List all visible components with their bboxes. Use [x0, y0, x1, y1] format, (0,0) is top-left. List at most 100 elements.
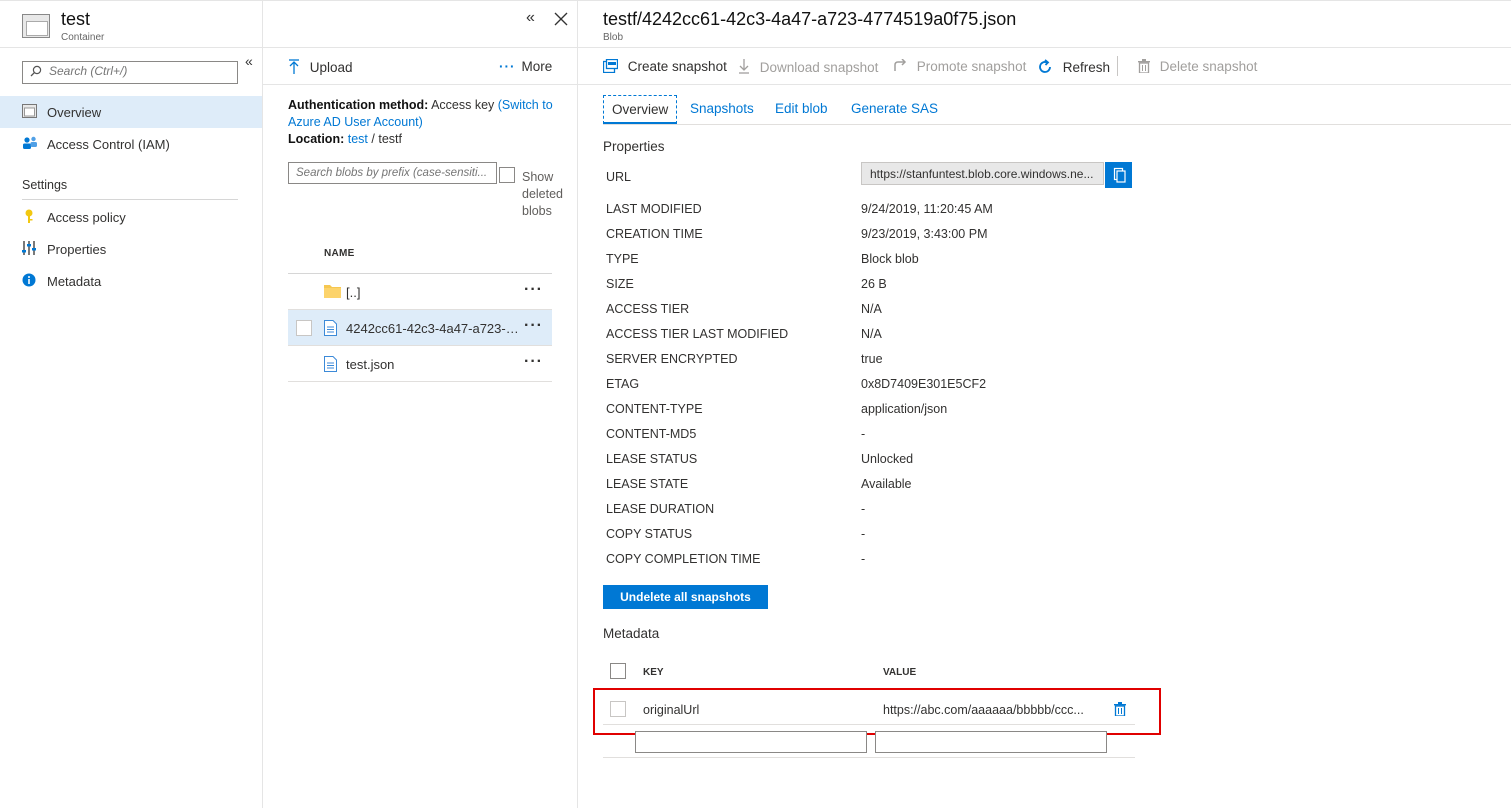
tab-overview[interactable]: Overview — [603, 95, 678, 124]
url-field[interactable]: https://stanfuntest.blob.core.windows.ne… — [861, 162, 1104, 185]
show-deleted-label: Show deleted blobs — [522, 169, 574, 220]
new-metadata-value-input[interactable] — [875, 731, 1107, 753]
column-header-name[interactable]: NAME — [324, 248, 355, 259]
highlight-box — [593, 688, 1161, 735]
tab-snapshots[interactable]: Snapshots — [682, 95, 762, 124]
nav-item-label: Metadata — [47, 274, 102, 289]
copy-url-button[interactable] — [1105, 162, 1132, 188]
property-label: COPY STATUS — [606, 527, 693, 541]
row-more-icon[interactable]: ··· — [524, 281, 543, 299]
refresh-button[interactable]: Refresh — [1037, 59, 1110, 77]
row-more-icon[interactable]: ··· — [524, 353, 543, 371]
row-more-icon[interactable]: ··· — [524, 317, 543, 335]
tab-edit-blob[interactable]: Edit blob — [767, 95, 836, 124]
property-label: TYPE — [606, 252, 639, 266]
metadata-select-all-checkbox[interactable] — [610, 663, 626, 679]
nav-item-overview[interactable]: Overview — [0, 96, 262, 128]
blob-row-selected[interactable]: 4242cc61-42c3-4a47-a723-4774519a0f75.jso… — [288, 310, 552, 346]
property-value: Block blob — [861, 252, 919, 266]
blob-list-blade: « Upload ··· More Authentication method: … — [263, 0, 578, 808]
refresh-label: Refresh — [1062, 60, 1111, 75]
show-deleted-text: Show deleted blobs — [522, 170, 564, 218]
blob-row-parent[interactable]: [..] ··· — [288, 274, 552, 310]
collapse-blade-icon[interactable]: « — [526, 9, 535, 27]
auth-method-label: Authentication method: — [288, 98, 429, 112]
promote-snapshot-label: Promote snapshot — [916, 59, 1027, 74]
nav-item-label: Access policy — [47, 210, 126, 225]
promote-icon — [892, 58, 911, 74]
nav-item-access-control[interactable]: Access Control (IAM) — [0, 128, 262, 160]
snapshot-icon — [602, 58, 622, 74]
nav-search-box[interactable] — [22, 61, 238, 84]
blob-prefix-input[interactable] — [289, 163, 496, 183]
toolbar-divider — [578, 84, 1511, 85]
property-label: LEASE STATE — [606, 477, 689, 491]
new-metadata-key-input[interactable] — [635, 731, 867, 753]
property-value: application/json — [861, 402, 948, 416]
property-value: Unlocked — [861, 452, 914, 466]
folder-icon — [324, 284, 341, 301]
blob-name: test.json — [346, 357, 395, 372]
create-snapshot-label: Create snapshot — [627, 59, 727, 74]
auth-info: Authentication method: Access key (Switc… — [288, 97, 563, 148]
collapse-menu-icon[interactable]: « — [245, 53, 253, 69]
property-value: - — [861, 427, 866, 441]
nav-item-label: Overview — [47, 105, 102, 120]
property-value: N/A — [861, 302, 882, 316]
delete-snapshot-button[interactable]: Delete snapshot — [1138, 59, 1257, 77]
show-deleted-checkbox[interactable] — [499, 167, 515, 183]
property-value: Available — [861, 477, 912, 491]
property-label: ETAG — [606, 377, 640, 391]
blob-prefix-search[interactable] — [288, 162, 497, 184]
upload-button[interactable]: Upload — [288, 59, 353, 77]
property-label: COPY COMPLETION TIME — [606, 552, 761, 566]
more-label: More — [521, 59, 553, 74]
property-value: N/A — [861, 327, 882, 341]
file-icon — [324, 320, 337, 339]
blob-name: [..] — [346, 285, 361, 300]
property-label: CONTENT-TYPE — [606, 402, 703, 416]
trash-icon — [1138, 59, 1154, 74]
container-subtitle: Container — [61, 32, 105, 43]
nav-item-access-policy[interactable]: Access policy — [0, 201, 262, 233]
info-icon — [22, 273, 36, 287]
download-snapshot-button[interactable]: Download snapshot — [738, 59, 878, 77]
nav-item-metadata[interactable]: Metadata — [0, 265, 262, 297]
nav-section-divider — [22, 199, 238, 200]
blob-title: testf/4242cc61-42c3-4a47-a723-4774519a0f… — [603, 9, 1017, 29]
nav-search-input[interactable] — [49, 64, 234, 78]
more-button[interactable]: ··· More — [499, 59, 552, 77]
metadata-header-key: KEY — [643, 667, 664, 678]
download-icon — [738, 59, 754, 75]
upload-icon — [288, 59, 304, 75]
auth-method-value: Access key — [431, 98, 495, 112]
properties-title: Properties — [603, 139, 665, 154]
row-checkbox[interactable] — [296, 320, 312, 336]
create-snapshot-button[interactable]: Create snapshot — [602, 58, 727, 77]
file-icon — [324, 356, 337, 375]
property-label: SERVER ENCRYPTED — [606, 352, 738, 366]
people-icon — [22, 136, 37, 150]
header-divider — [0, 47, 262, 48]
property-label: LAST MODIFIED — [606, 202, 702, 216]
metadata-title: Metadata — [603, 626, 660, 641]
property-label: CREATION TIME — [606, 227, 703, 241]
close-icon[interactable] — [554, 9, 568, 31]
container-nav-blade: test Container « Overview Access Control… — [0, 0, 263, 808]
location-link-test[interactable]: test — [348, 132, 368, 146]
property-label: ACCESS TIER LAST MODIFIED — [606, 327, 789, 341]
property-label: SIZE — [606, 277, 634, 291]
nav-section-settings: Settings — [22, 178, 68, 192]
nav-item-properties[interactable]: Properties — [0, 233, 262, 265]
undelete-all-snapshots-button[interactable]: Undelete all snapshots — [603, 585, 768, 609]
property-value: 9/23/2019, 3:43:00 PM — [861, 227, 988, 241]
property-label: LEASE STATUS — [606, 452, 698, 466]
container-title: test — [61, 9, 91, 29]
refresh-icon — [1037, 59, 1057, 75]
blob-row[interactable]: test.json ··· — [288, 346, 552, 382]
tab-generate-sas[interactable]: Generate SAS — [843, 95, 946, 124]
promote-snapshot-button[interactable]: Promote snapshot — [892, 58, 1027, 77]
header-divider — [578, 47, 1511, 48]
property-value: true — [861, 352, 883, 366]
copy-icon — [1113, 167, 1126, 183]
